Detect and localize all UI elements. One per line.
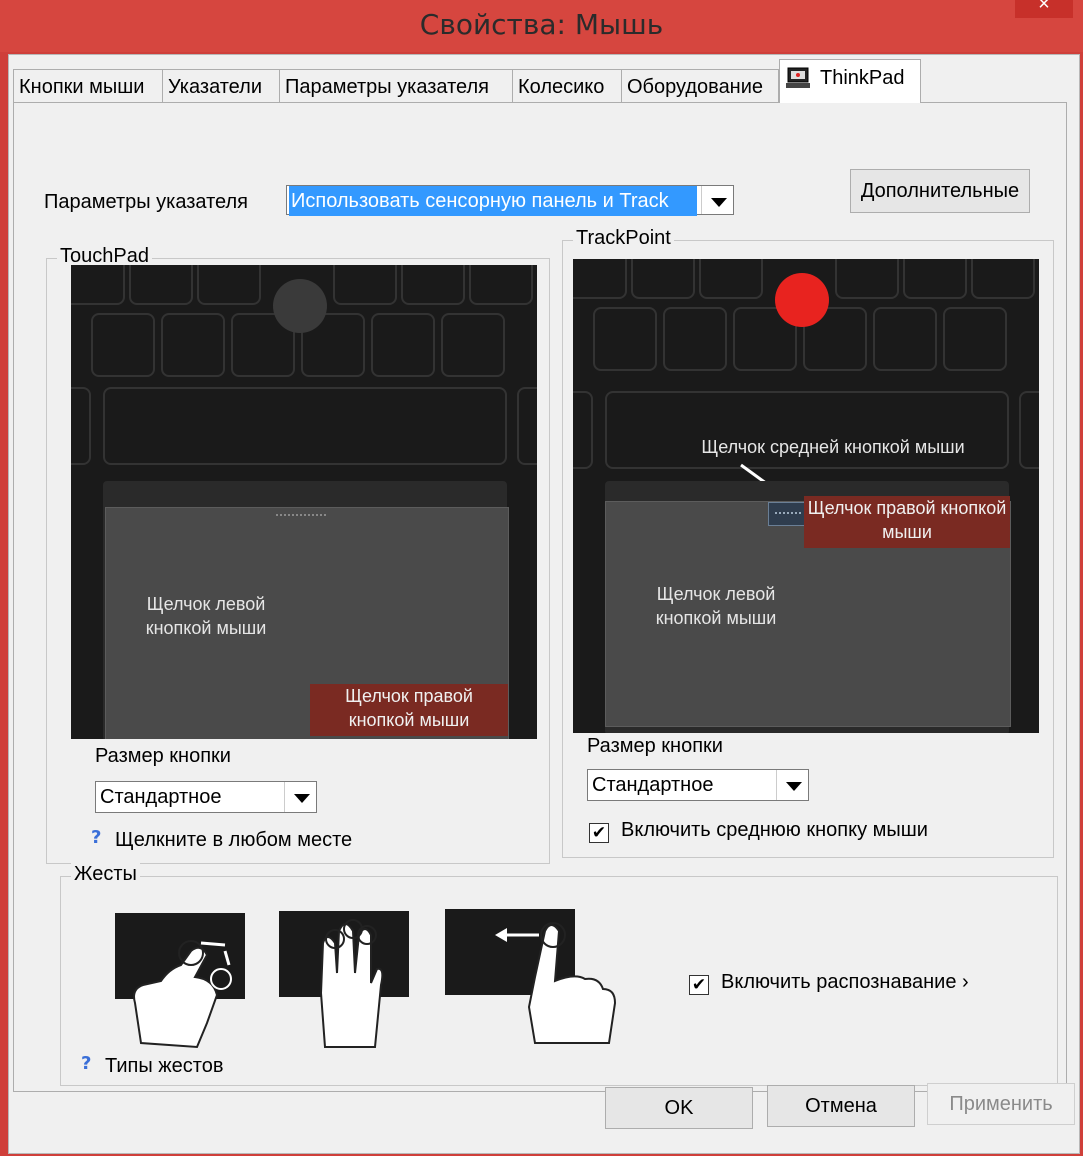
- enable-middle-button-checkbox[interactable]: ✔: [589, 823, 609, 843]
- pointer-settings-selected: Использовать сенсорную панель и Track: [289, 186, 697, 216]
- trackpoint-button-size-label: Размер кнопки: [587, 735, 723, 757]
- trackpoint-pad-surface[interactable]: Щелчок правой кнопкой мыши Щелчок левой …: [605, 496, 1011, 727]
- trackpoint-button-size-value: Стандартное: [592, 774, 714, 796]
- title-bar: Свойства: Мышь ×: [0, 0, 1083, 52]
- trackpoint-illustration: Щелчок средней кнопкой мыши Щелчок право…: [573, 259, 1039, 733]
- tab-wheel[interactable]: Колесико: [512, 69, 622, 103]
- help-icon: ?: [81, 1053, 92, 1074]
- touchpad-group: TouchPad Щелчок левой кнопкой мыши Щелчо…: [46, 245, 550, 864]
- pointer-settings-dropdown[interactable]: Использовать сенсорную панель и Track: [286, 185, 734, 216]
- trackpoint-group-title: TrackPoint: [573, 227, 674, 250]
- trackpoint-button-size-dropdown[interactable]: Стандартное: [587, 769, 809, 801]
- trackpoint-middle-zone[interactable]: [768, 502, 808, 526]
- gesture-types-link[interactable]: Типы жестов: [105, 1055, 223, 1078]
- thinkpad-tab-panel: Параметры указателя Использовать сенсорн…: [13, 102, 1067, 1092]
- trackpoint-left-click-label: Щелчок левой кнопкой мыши: [655, 584, 777, 628]
- cancel-button[interactable]: Отмена: [767, 1085, 915, 1127]
- tab-mouse-buttons[interactable]: Кнопки мыши: [13, 69, 163, 103]
- window-title: Свойства: Мышь: [419, 8, 664, 41]
- tab-pointers[interactable]: Указатели: [162, 69, 280, 103]
- hand-three-finger-icon: [319, 919, 384, 1048]
- help-icon: ?: [91, 827, 102, 848]
- gestures-group: Жесты ✔ Включить распознавание › ? Типы …: [60, 863, 1058, 1086]
- hand-pinch-icon: [133, 940, 232, 1049]
- arrow-left-icon: [495, 928, 539, 942]
- touchpad-left-click-label: Щелчок левой кнопкой мыши: [145, 594, 267, 638]
- trackpoint-dot-active: [775, 273, 829, 327]
- touchpad-illustration: Щелчок левой кнопкой мыши Щелчок правой …: [71, 265, 537, 739]
- gestures-group-title: Жесты: [71, 863, 140, 886]
- tab-thinkpad-label: ThinkPad: [820, 67, 905, 89]
- pointer-settings-label: Параметры указателя: [44, 191, 249, 213]
- touchpad-button-size-label: Размер кнопки: [95, 745, 231, 767]
- dialog-client-area: Кнопки мыши Указатели Параметры указател…: [8, 54, 1080, 1154]
- tab-hardware[interactable]: Оборудование: [621, 69, 779, 103]
- touchpad-button-size-value: Стандартное: [100, 786, 222, 808]
- enable-middle-button-label: Включить среднюю кнопку мыши: [621, 819, 928, 841]
- trackpoint-middle-click-label: Щелчок средней кнопкой мыши: [701, 437, 965, 457]
- apply-button[interactable]: Применить: [927, 1083, 1075, 1125]
- chevron-down-icon: [284, 782, 316, 812]
- enable-gesture-recognition-checkbox[interactable]: ✔: [689, 975, 709, 995]
- touchpad-help-link[interactable]: Щелкните в любом месте: [115, 829, 352, 852]
- enable-gesture-recognition-label: Включить распознавание ›: [721, 971, 969, 993]
- mouse-properties-window: Свойства: Мышь × Кнопки мыши Указатели П…: [0, 0, 1083, 1156]
- touchpad-surface[interactable]: Щелчок левой кнопкой мыши Щелчок правой …: [105, 507, 509, 739]
- ok-button[interactable]: OK: [605, 1087, 753, 1129]
- chevron-down-icon: [701, 186, 733, 214]
- advanced-button[interactable]: Дополнительные: [850, 169, 1030, 213]
- thinkpad-icon: [786, 66, 812, 90]
- touchpad-right-click-zone[interactable]: Щелчок правой кнопкой мыши: [310, 684, 508, 736]
- chevron-down-icon: [776, 770, 808, 800]
- tab-pointer-options[interactable]: Параметры указателя: [279, 69, 513, 103]
- close-button[interactable]: ×: [1015, 0, 1073, 18]
- touchpad-button-size-dropdown[interactable]: Стандартное: [95, 781, 317, 813]
- trackpoint-dot-inactive: [273, 279, 327, 333]
- trackpoint-group: TrackPoint Щелчок средней кнопкой мыши Щ…: [562, 227, 1054, 858]
- trackpoint-right-click-zone[interactable]: Щелчок правой кнопкой мыши: [804, 496, 1010, 548]
- tab-thinkpad[interactable]: ThinkPad: [779, 59, 921, 103]
